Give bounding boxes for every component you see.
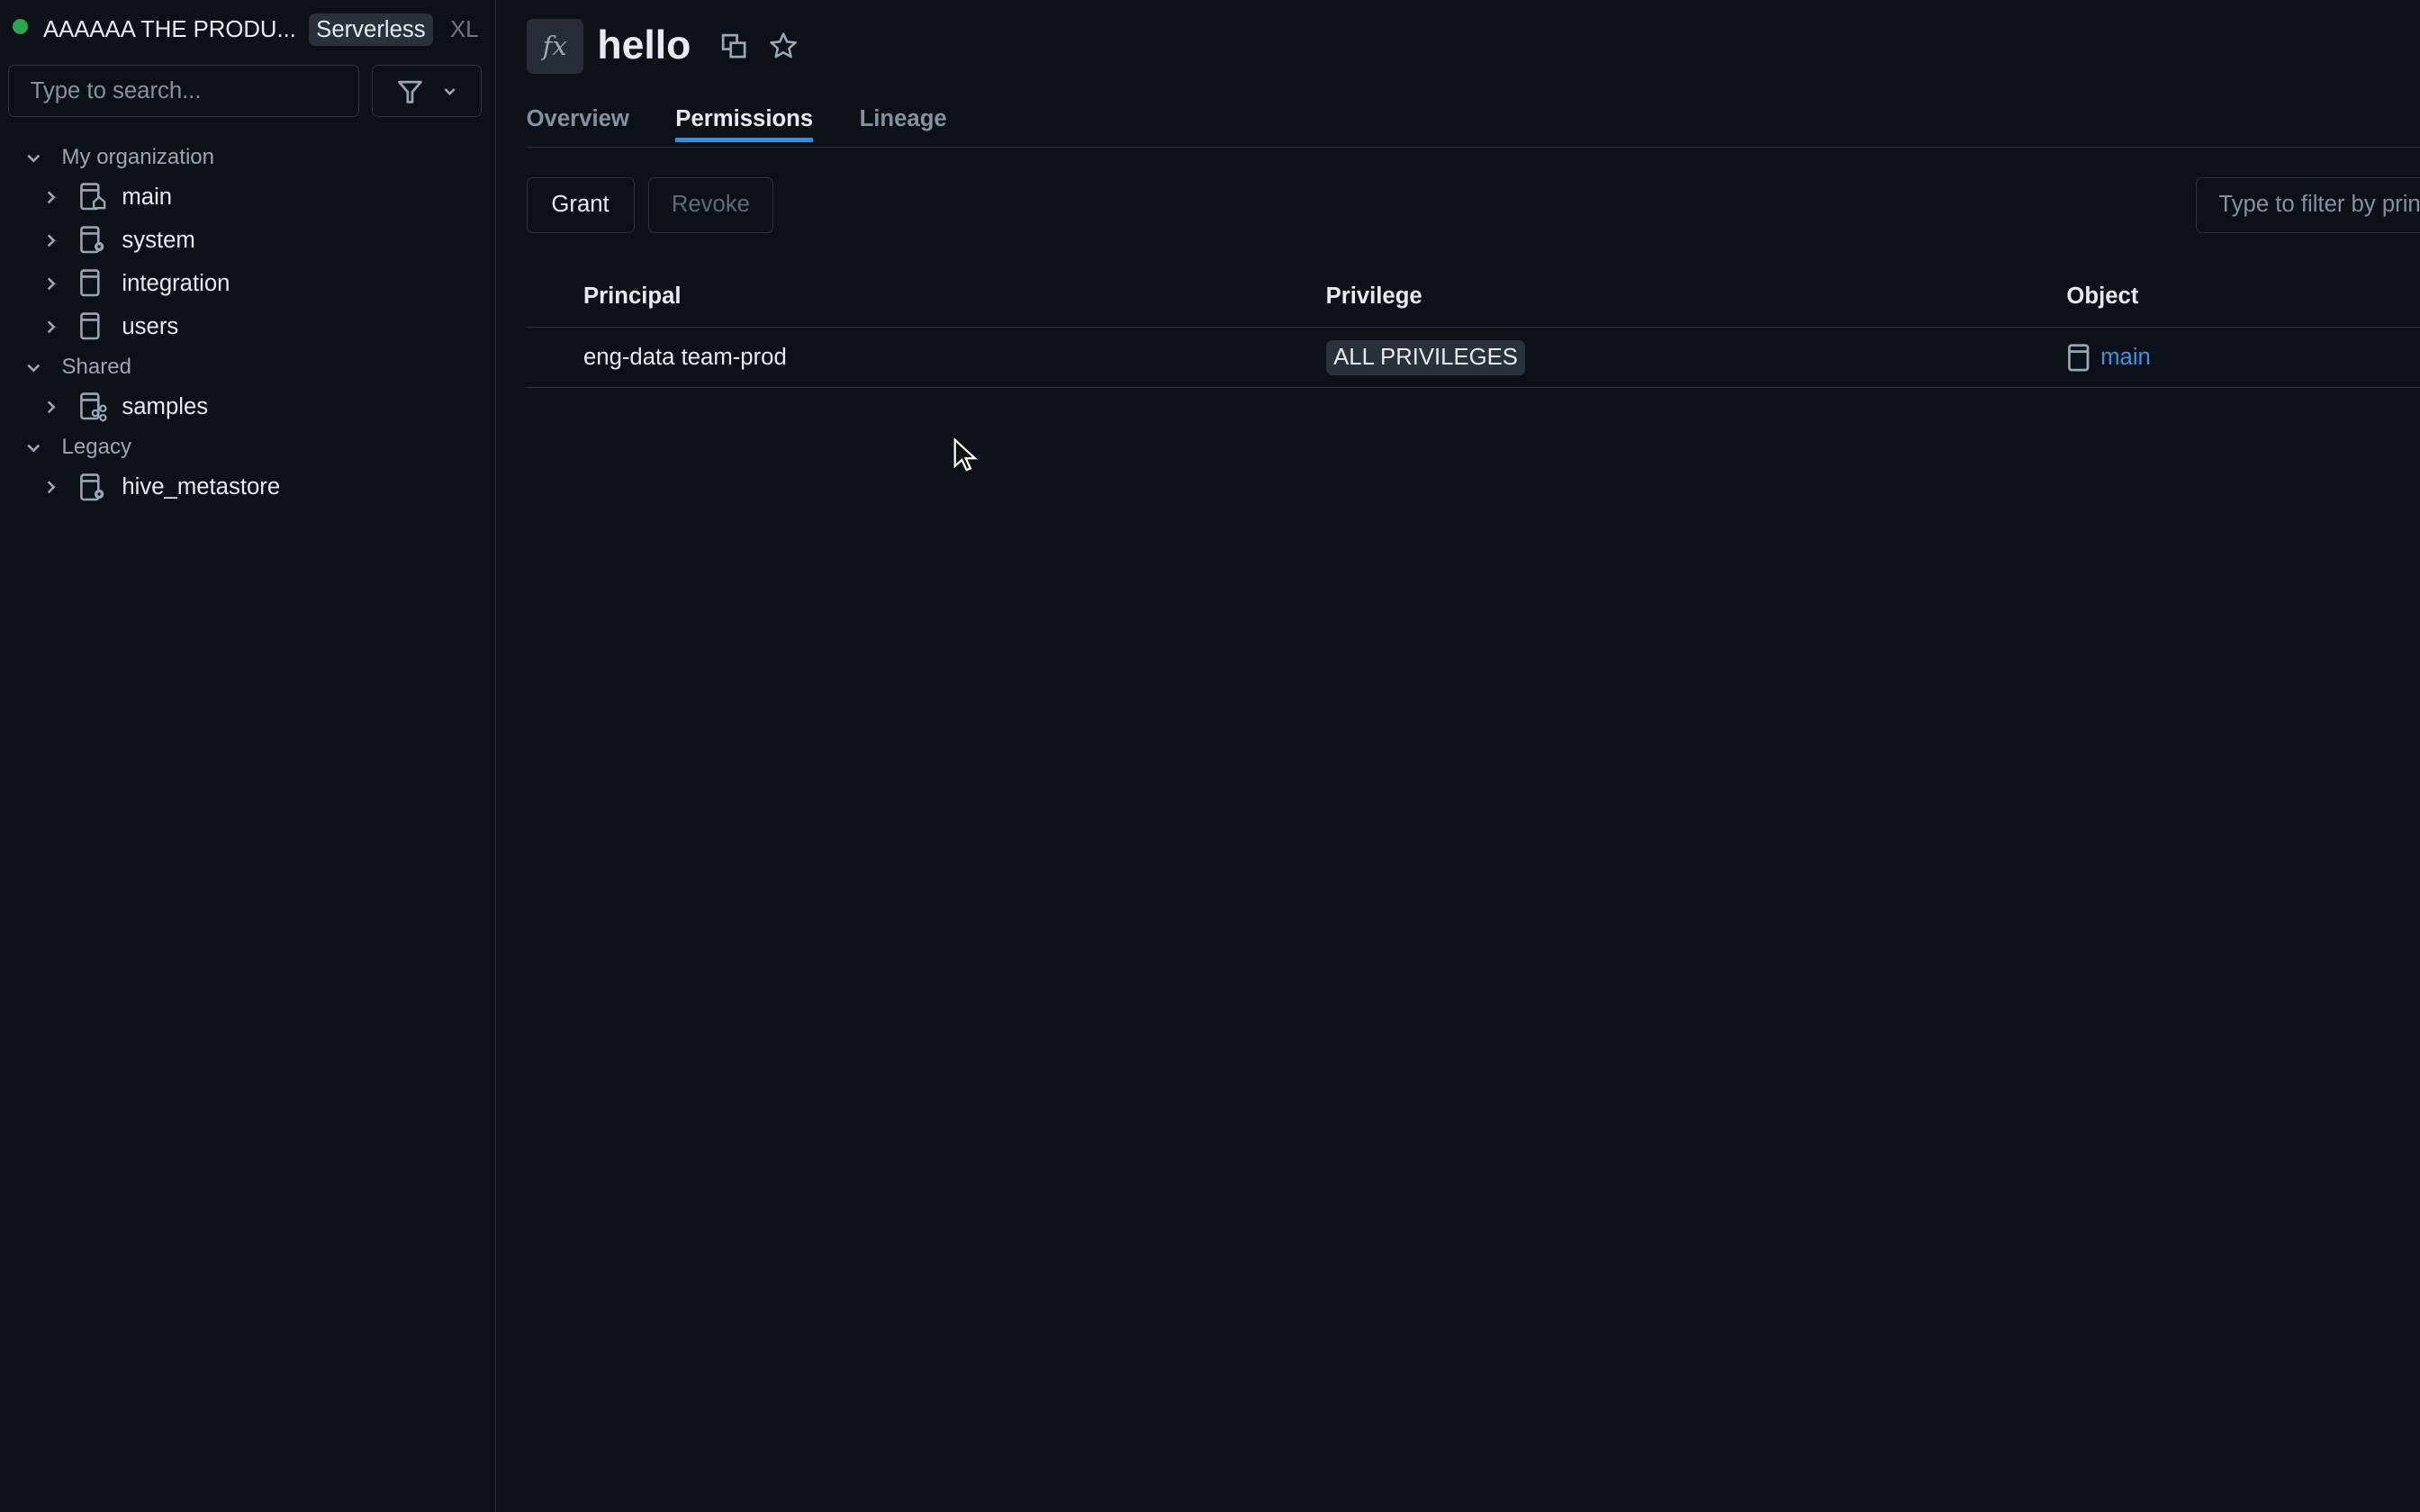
tree-item[interactable]: main [0, 176, 494, 219]
tree-item[interactable]: samples [0, 386, 494, 429]
section-label: Shared [61, 354, 131, 379]
catalog-search-input[interactable] [7, 65, 360, 118]
workspace-selector[interactable]: AAAAAA THE PRODU... Serverless XL [12, 14, 479, 47]
tree-item-label: users [122, 313, 179, 339]
copy-icon[interactable] [718, 31, 749, 61]
principal-filter-input[interactable] [2196, 177, 2420, 233]
table-header: Principal Privilege Object [526, 266, 2420, 328]
tab-lineage[interactable]: Lineage [860, 102, 947, 147]
catalog-icon [80, 269, 100, 297]
tree-item-label: samples [122, 394, 209, 420]
tree-section[interactable]: My organization [0, 139, 494, 176]
catalog-home-icon [80, 183, 106, 211]
page-title: hello [597, 23, 691, 68]
compute-size: XL [450, 16, 479, 42]
tree-item[interactable]: system [0, 219, 494, 262]
tree-section[interactable]: Legacy [0, 429, 494, 466]
chevron-down-icon [27, 364, 41, 373]
catalog-icon [80, 312, 100, 340]
catalog-share-icon [80, 392, 108, 422]
chevron-right-icon[interactable] [41, 398, 60, 417]
privilege-badge: ALL PRIVILEGES [1325, 340, 1526, 376]
tree-item-label: system [122, 227, 195, 253]
chevron-right-icon[interactable] [41, 231, 60, 250]
column-principal[interactable]: Principal [583, 266, 682, 328]
filter-button[interactable] [372, 65, 482, 118]
tab-overview[interactable]: Overview [527, 102, 629, 147]
chevron-right-icon[interactable] [41, 188, 60, 207]
revoke-button[interactable]: Revoke [647, 177, 773, 233]
compute-badge: Serverless [308, 14, 434, 47]
tree-item-label: integration [122, 270, 230, 296]
section-label: Legacy [61, 435, 131, 460]
catalog-gear-icon [80, 472, 104, 500]
tree-item[interactable]: hive_metastore [0, 466, 494, 509]
sidebar: AAAAAA THE PRODU... Serverless XL My org… [0, 0, 497, 1512]
tab-bar: Overview Permissions Lineage [526, 102, 2420, 148]
chevron-right-icon[interactable] [41, 274, 60, 293]
object-link[interactable]: main [2100, 345, 2151, 371]
chevron-down-icon [27, 154, 41, 163]
table-row[interactable]: eng-data team-prod ALL PRIVILEGES main [526, 328, 2420, 389]
grant-button[interactable]: Grant [526, 177, 635, 233]
catalog-icon [2068, 344, 2090, 372]
chevron-down-icon [444, 87, 456, 95]
column-object[interactable]: Object [2066, 266, 2138, 328]
function-icon: fx [526, 18, 583, 75]
filter-icon [397, 80, 422, 104]
tree-item-label: main [122, 184, 173, 210]
main-panel: fx hello Overview Permissions Lineage Gr… [526, 0, 2420, 1512]
star-icon[interactable] [768, 31, 799, 61]
column-privilege[interactable]: Privilege [1326, 266, 1422, 328]
catalog-tree: My organization main system integration user… [0, 139, 494, 508]
tree-section[interactable]: Shared [0, 348, 494, 385]
catalog-gear-icon [80, 226, 104, 254]
chevron-right-icon[interactable] [41, 478, 60, 497]
chevron-down-icon [27, 444, 41, 453]
tree-item-label: hive_metastore [122, 474, 281, 500]
mouse-cursor-icon [954, 437, 979, 472]
status-dot-icon [12, 19, 28, 35]
chevron-right-icon[interactable] [41, 318, 60, 337]
principal-cell: eng-data team-prod [582, 345, 787, 371]
tab-permissions[interactable]: Permissions [675, 102, 814, 142]
workspace-name: AAAAAA THE PRODU... [42, 16, 296, 42]
tree-item[interactable]: integration [0, 262, 494, 305]
section-label: My organization [61, 144, 214, 169]
tree-item[interactable]: users [0, 305, 494, 348]
